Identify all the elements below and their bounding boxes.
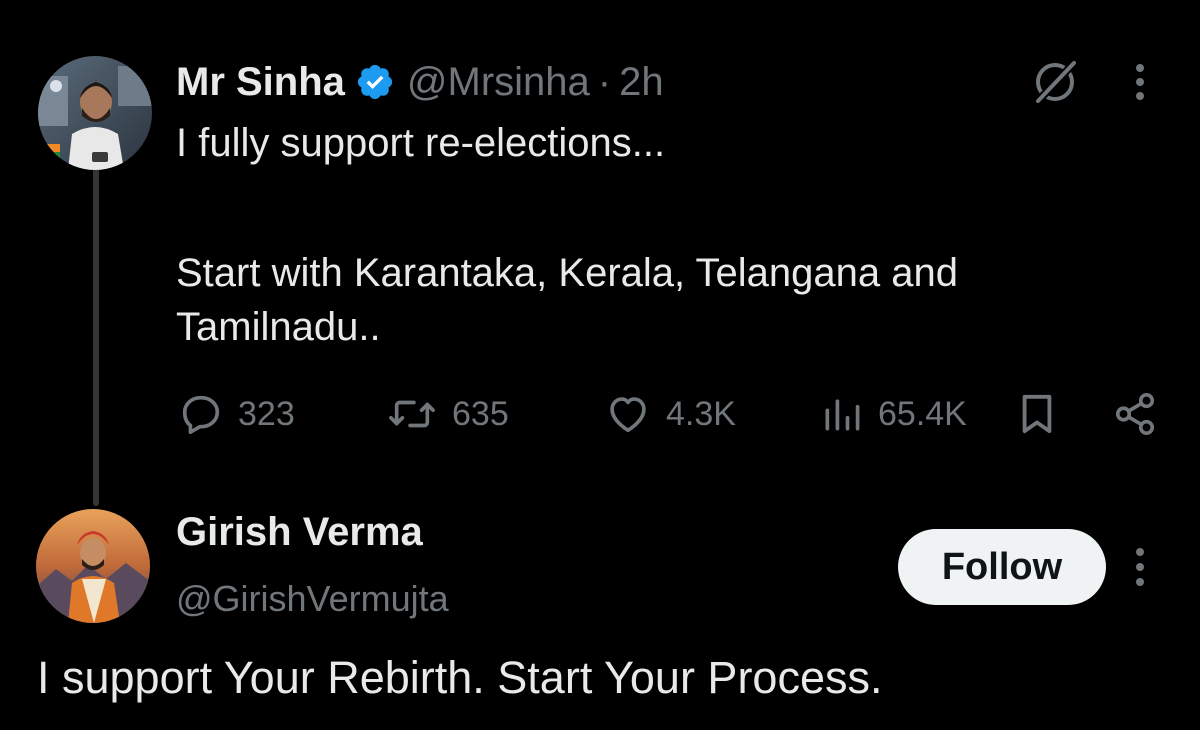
author-name[interactable]: Mr Sinha (176, 60, 345, 105)
more-icon[interactable] (1128, 546, 1152, 588)
more-icon[interactable] (1128, 62, 1152, 102)
tweet-text-line: Tamilnadu.. (176, 305, 381, 349)
follow-button[interactable]: Follow (898, 529, 1106, 605)
retweet-button[interactable]: 635 (386, 388, 509, 440)
share-button[interactable] (1112, 388, 1158, 440)
share-icon (1112, 391, 1158, 437)
like-button[interactable]: 4.3K (604, 388, 736, 440)
tweet-text-line: Start with Karantaka, Kerala, Telangana … (176, 251, 958, 295)
tweet-text: I fully support re-elections... Start wi… (176, 116, 1156, 354)
bookmark-button[interactable] (1016, 388, 1058, 440)
reply-count: 323 (238, 394, 295, 433)
reply-icon (178, 391, 224, 437)
like-count: 4.3K (666, 394, 736, 433)
author-handle[interactable]: @Mrsinha (407, 60, 590, 105)
tweet-action-bar: 323 635 4.3K 65.4K (0, 388, 1200, 440)
tweet-time[interactable]: 2h (619, 60, 664, 105)
reply-author-name[interactable]: Girish Verma (176, 510, 423, 555)
avatar[interactable] (38, 56, 152, 170)
tweet-text-line: I fully support re-elections... (176, 121, 666, 165)
reply-button[interactable]: 323 (178, 388, 295, 440)
views-count: 65.4K (878, 394, 967, 433)
verified-badge-icon (355, 62, 395, 102)
tweet-header: Mr Sinha @Mrsinha · 2h (176, 54, 664, 110)
views-button[interactable]: 65.4K (820, 388, 967, 440)
separator-dot: · (597, 59, 612, 104)
retweet-icon (386, 391, 438, 437)
thread-connector-line (93, 168, 99, 506)
like-icon (604, 391, 652, 437)
views-icon (820, 391, 864, 437)
grok-icon[interactable] (1030, 57, 1080, 107)
avatar[interactable] (36, 509, 150, 623)
reply-author-handle[interactable]: @GirishVermujta (176, 578, 449, 620)
bookmark-icon (1016, 391, 1058, 437)
reply-text: I support Your Rebirth. Start Your Proce… (37, 652, 883, 703)
retweet-count: 635 (452, 394, 509, 433)
